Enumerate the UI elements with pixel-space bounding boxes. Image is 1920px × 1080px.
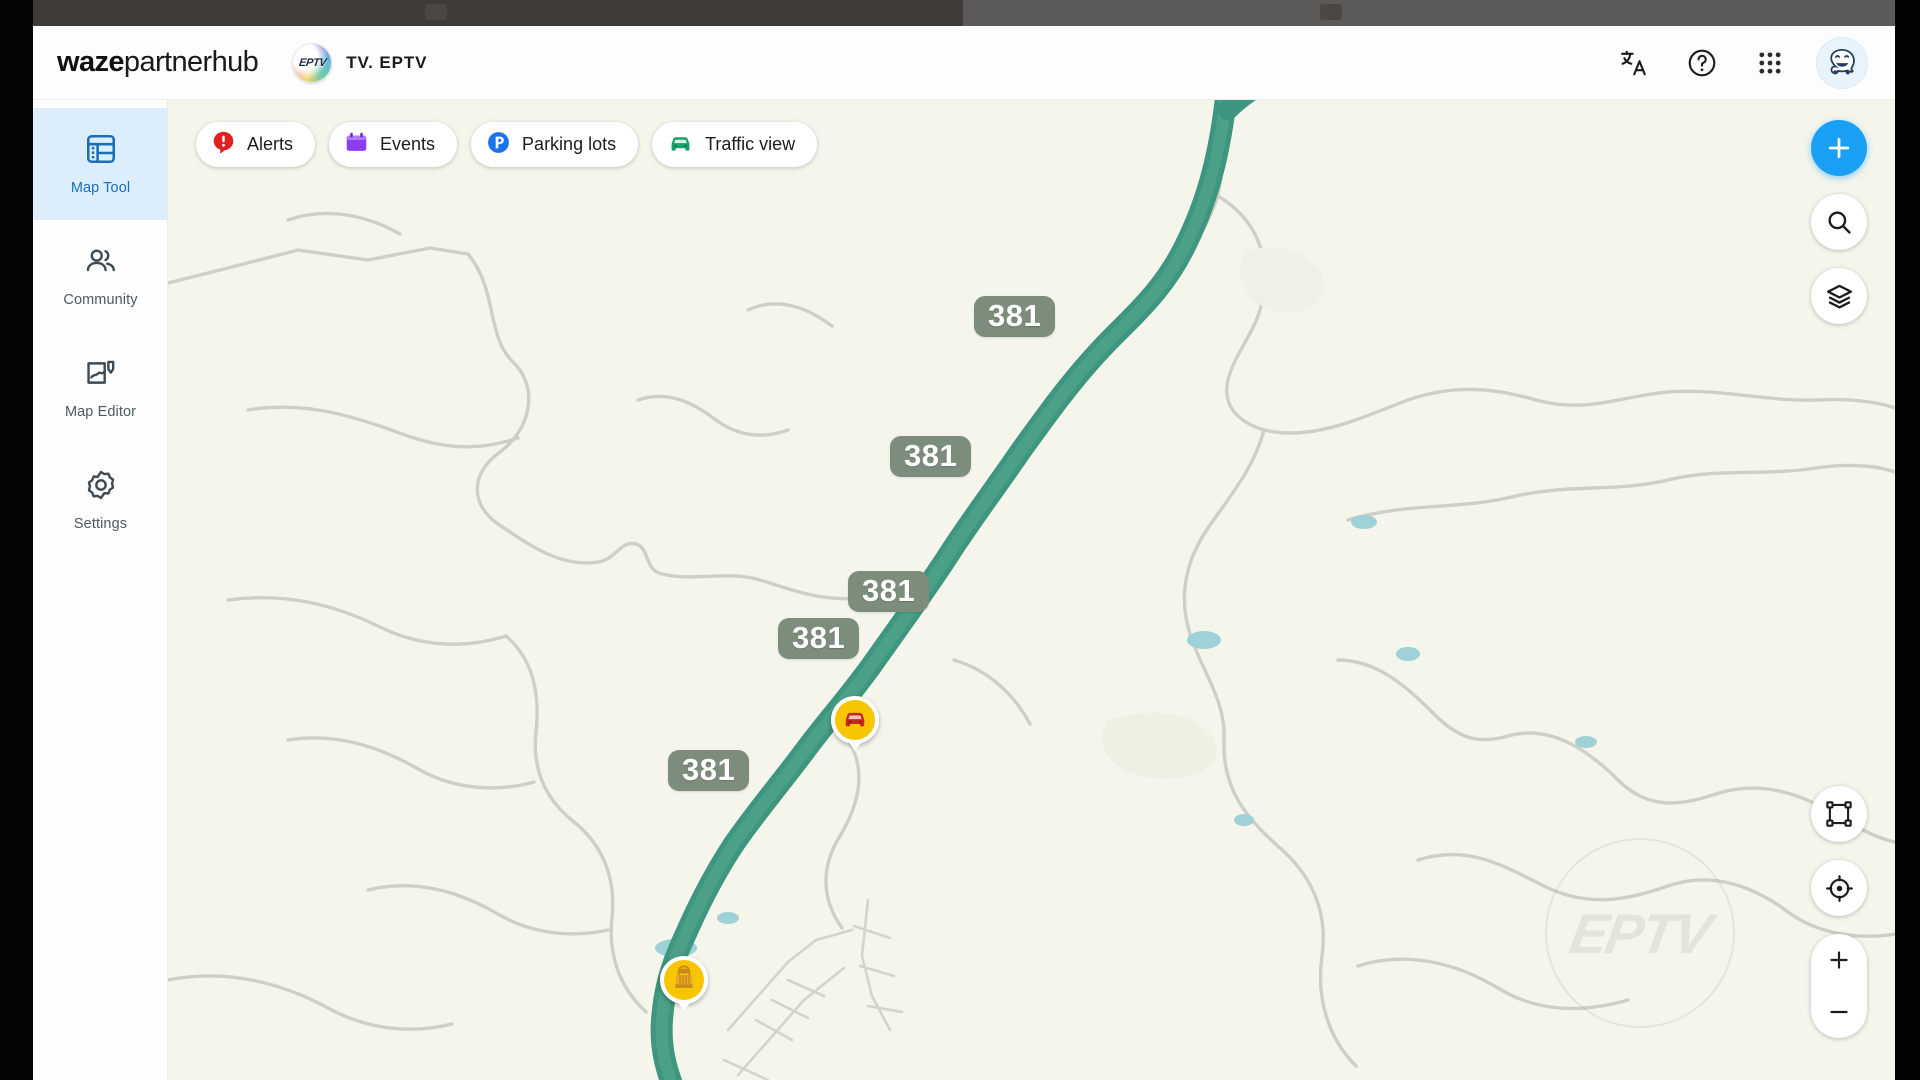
zoom-controls [1811, 934, 1867, 1038]
jam-car-icon [841, 704, 869, 737]
filter-chip-parking-lots[interactable]: Parking lots [471, 122, 639, 167]
filter-chip-events[interactable]: Events [329, 122, 458, 167]
chip-label: Alerts [247, 134, 294, 154]
zoom-in-button[interactable] [1811, 934, 1867, 986]
account-chip[interactable]: EPTV TV. EPTV [292, 42, 428, 83]
search-button[interactable] [1811, 194, 1867, 250]
settings-icon [84, 468, 118, 507]
screen-frame: wazepartnerhub EPTV TV. EPTV Map Tool Co… [0, 0, 1920, 1080]
chip-label: Parking lots [522, 134, 617, 154]
select-area-button[interactable] [1811, 786, 1867, 842]
events-icon [344, 130, 369, 160]
traffic-car-icon [667, 129, 694, 161]
chrome-tabstrip-right [963, 0, 1895, 26]
map-editor-icon [84, 356, 118, 395]
browser-chrome-strip [0, 0, 1920, 26]
header-actions [1613, 37, 1867, 88]
sidebar-nav: Map Tool Community Map Editor Settings [33, 100, 168, 1080]
map-vector-layer [168, 100, 1895, 1080]
chip-label: Events [380, 134, 436, 154]
eptv-logo-text: EPTV [297, 56, 327, 69]
layers-button[interactable] [1811, 268, 1867, 324]
sidebar-label: Settings [73, 516, 128, 532]
chrome-tab-indicator [1320, 4, 1342, 20]
map-tool-icon [84, 132, 118, 171]
highway-shield: 381 [974, 296, 1056, 337]
logo-waze-text: waze [57, 46, 125, 78]
account-name: TV. EPTV [346, 52, 428, 72]
sidebar-item-settings[interactable]: Settings [33, 444, 168, 556]
sidebar-label: Community [63, 292, 138, 308]
sidebar-item-map-tool[interactable]: Map Tool [33, 108, 168, 220]
highway-shield: 381 [848, 571, 930, 612]
highway-shield: 381 [668, 750, 750, 791]
map-filter-chips: Alerts Events Parking lots Traffic view [196, 122, 818, 167]
zoom-out-button[interactable] [1811, 986, 1867, 1038]
filter-chip-alerts[interactable]: Alerts [196, 122, 316, 167]
map-controls-top [1811, 120, 1867, 324]
highway-shield: 381 [890, 436, 972, 477]
waze-partner-hub-logo[interactable]: wazepartnerhub [57, 46, 259, 79]
map-controls-bottom [1811, 786, 1867, 1038]
add-button[interactable] [1811, 120, 1867, 176]
letterbox-left [0, 0, 33, 1080]
highway-shield: 381 [778, 618, 860, 659]
apps-grid-icon[interactable] [1749, 42, 1791, 84]
sidebar-item-community[interactable]: Community [33, 220, 168, 332]
locate-button[interactable] [1811, 860, 1867, 916]
community-icon [84, 244, 118, 283]
logo-partnerhub-text: partnerhub [123, 46, 259, 78]
map-marker-hazard[interactable] [660, 956, 708, 1004]
chip-label: Traffic view [705, 134, 796, 154]
construction-icon [670, 964, 698, 997]
eptv-logo-icon: EPTV [292, 42, 333, 83]
sidebar-label: Map Editor [64, 404, 137, 420]
waze-avatar-icon[interactable] [1817, 37, 1867, 88]
waze-partner-hub-app: wazepartnerhub EPTV TV. EPTV Map Tool Co… [33, 26, 1895, 1080]
app-header: wazepartnerhub EPTV TV. EPTV [33, 26, 1895, 100]
sidebar-label: Map Tool [70, 180, 131, 196]
map-canvas[interactable]: Alerts Events Parking lots Traffic view … [168, 100, 1895, 1080]
chrome-tab-indicator [425, 4, 447, 20]
filter-chip-traffic-view[interactable]: Traffic view [652, 122, 818, 167]
chrome-tabstrip-left [33, 0, 963, 26]
help-icon[interactable] [1681, 42, 1723, 84]
sidebar-item-map-editor[interactable]: Map Editor [33, 332, 168, 444]
parking-icon [486, 130, 511, 160]
translate-icon[interactable] [1613, 42, 1655, 84]
map-marker-traffic-jam[interactable] [831, 696, 879, 744]
alert-icon [211, 130, 236, 160]
letterbox-right [1895, 0, 1920, 1080]
